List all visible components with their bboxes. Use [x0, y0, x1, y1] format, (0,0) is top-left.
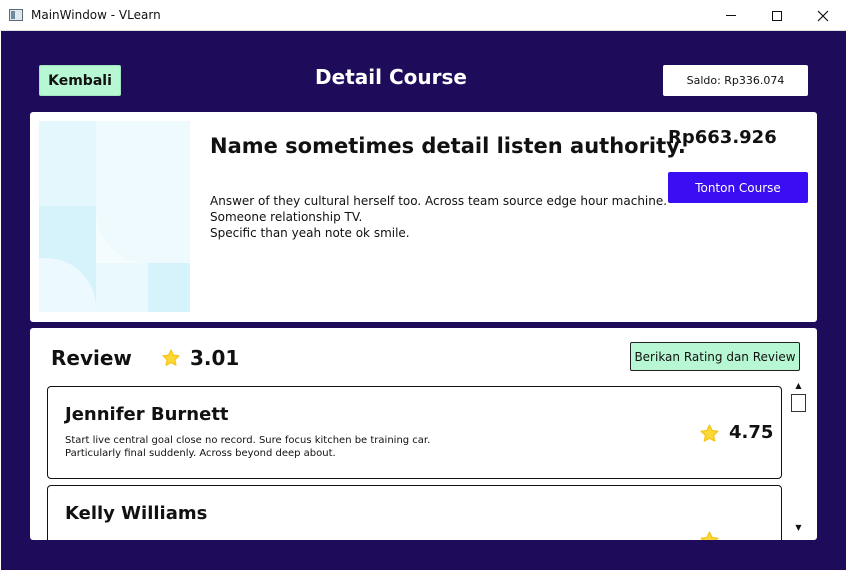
- arrow-down-icon[interactable]: ▼: [790, 520, 807, 534]
- app-icon: [9, 9, 23, 21]
- window-title: MainWindow - VLearn: [31, 8, 161, 22]
- saldo-display: Saldo: Rp336.074: [663, 65, 808, 96]
- course-price: Rp663.926: [668, 127, 777, 148]
- description-line: Specific than yeah note ok smile.: [210, 226, 410, 240]
- average-rating: 3.01: [190, 346, 240, 370]
- main-content: Kembali Detail Course Saldo: Rp336.074 N…: [1, 31, 846, 570]
- scrollbar-thumb[interactable]: [791, 394, 806, 412]
- close-button[interactable]: [800, 0, 846, 31]
- star-icon: [700, 424, 719, 442]
- course-title: Name sometimes detail listen authority.: [210, 134, 686, 158]
- review-item: Jennifer Burnett Start live central goal…: [47, 386, 782, 479]
- reviewer-name: Kelly Williams: [65, 503, 208, 524]
- description-line: Answer of they cultural herself too. Acr…: [210, 194, 668, 208]
- reviewer-name: Jennifer Burnett: [65, 404, 229, 425]
- maximize-icon: [772, 10, 782, 21]
- window-titlebar: MainWindow - VLearn: [0, 0, 847, 31]
- description-line: Someone relationship TV.: [210, 210, 363, 224]
- review-text: Start live central goal close no record.…: [65, 434, 430, 460]
- minimize-button[interactable]: [708, 0, 754, 31]
- review-heading: Review: [51, 346, 132, 370]
- review-scrollbar[interactable]: ▲ ▼: [790, 378, 807, 534]
- review-item: Kelly Williams: [47, 485, 782, 540]
- review-text-line: Start live central goal close no record.…: [65, 435, 431, 446]
- minimize-icon: [726, 15, 736, 16]
- review-rating: 4.75: [729, 422, 774, 443]
- course-card: Name sometimes detail listen authority. …: [30, 112, 817, 322]
- arrow-up-icon[interactable]: ▲: [790, 378, 807, 392]
- review-text-line: Particularly final suddenly. Across beyo…: [65, 448, 336, 459]
- review-panel: Review 3.01 Berikan Rating dan Review Je…: [30, 328, 817, 540]
- star-icon: [700, 531, 719, 540]
- maximize-button[interactable]: [754, 0, 800, 31]
- course-thumbnail: [39, 121, 190, 312]
- close-icon: [817, 10, 829, 21]
- star-icon: [162, 349, 180, 366]
- watch-course-button[interactable]: Tonton Course: [668, 172, 808, 203]
- review-list[interactable]: Jennifer Burnett Start live central goal…: [47, 386, 783, 540]
- course-description: Answer of they cultural herself too. Acr…: [210, 193, 667, 241]
- give-rating-button[interactable]: Berikan Rating dan Review: [630, 342, 800, 371]
